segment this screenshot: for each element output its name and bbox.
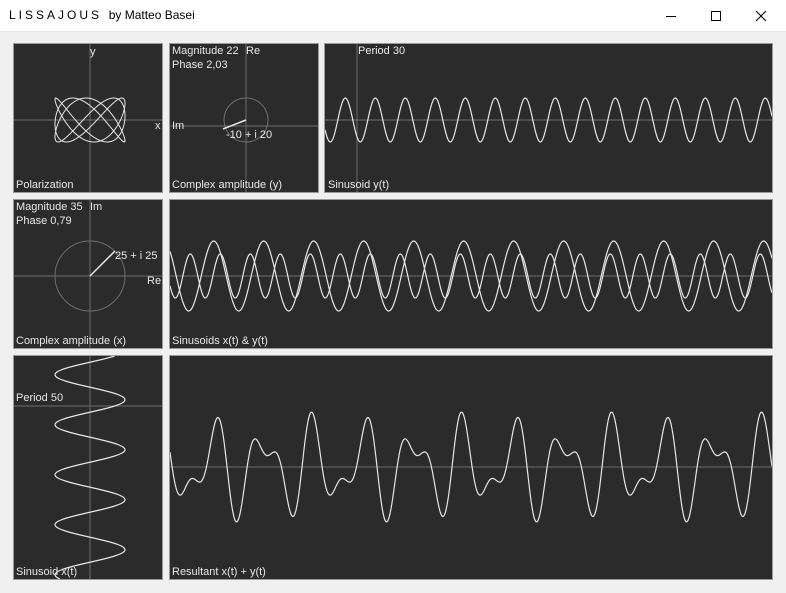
phasor-y bbox=[222, 119, 247, 130]
maximize-icon bbox=[710, 10, 721, 21]
panel-label: Polarization bbox=[16, 179, 74, 191]
panel-label: Resultant x(t) + y(t) bbox=[172, 566, 266, 578]
period-y-text: Period 30 bbox=[358, 45, 406, 57]
panel-label: Complex amplitude (x) bbox=[16, 335, 127, 347]
polarization-plot bbox=[14, 44, 162, 192]
sinusoid-x-panel: Period 50 Sinusoid x(t) bbox=[13, 355, 163, 580]
window-title: LISSAJOUS by Matteo Basei bbox=[9, 8, 195, 22]
panel-label: Complex amplitude (y) bbox=[172, 179, 283, 191]
sinusoids-xy-panel: Sinusoids x(t) & y(t) bbox=[169, 199, 773, 349]
maximize-button[interactable] bbox=[693, 0, 738, 31]
sinusoid-y-panel: Period 30 Sinusoid y(t) bbox=[324, 43, 773, 193]
phasor-x bbox=[89, 250, 116, 277]
minimize-icon bbox=[665, 15, 676, 17]
y-axis-label: y bbox=[90, 46, 96, 58]
phase-y-text: Phase 2,03 bbox=[172, 59, 228, 71]
period-x-text: Period 50 bbox=[16, 392, 64, 404]
re-axis-label: Re bbox=[246, 45, 261, 57]
phase-x-text: Phase 0,79 bbox=[16, 215, 72, 227]
complex-amplitude-y-panel: Magnitude 22 Re Phase 2,03 Im -10 + i 20… bbox=[169, 43, 319, 193]
complex-amplitude-x-panel: Magnitude 35 Im Phase 0,79 25 + i 25 Re … bbox=[13, 199, 163, 349]
complex-y-value: -10 + i 20 bbox=[226, 129, 273, 141]
complex-x-value: 25 + i 25 bbox=[115, 250, 158, 262]
resultant-plot bbox=[170, 411, 772, 523]
re-axis-label: Re bbox=[147, 275, 162, 287]
panel-label: Sinusoid y(t) bbox=[328, 179, 390, 191]
x-axis-label: x bbox=[155, 120, 161, 132]
resultant-panel: Resultant x(t) + y(t) bbox=[169, 355, 773, 580]
app-name: LISSAJOUS bbox=[9, 8, 103, 22]
magnitude-x-text: Magnitude 35 bbox=[16, 201, 83, 213]
app-byline: by Matteo Basei bbox=[108, 8, 195, 22]
close-button[interactable] bbox=[738, 0, 783, 31]
panel-label: Sinusoid x(t) bbox=[16, 566, 78, 578]
minimize-button[interactable] bbox=[648, 0, 693, 31]
close-icon bbox=[755, 10, 766, 21]
panel-label: Sinusoids x(t) & y(t) bbox=[172, 335, 268, 347]
im-axis-label: Im bbox=[90, 201, 103, 213]
polarization-panel: y x Polarization bbox=[13, 43, 163, 193]
magnitude-y-text: Magnitude 22 bbox=[172, 45, 239, 57]
sinusoid-x-plot bbox=[14, 356, 162, 579]
title-bar[interactable]: LISSAJOUS by Matteo Basei bbox=[0, 0, 786, 32]
sinusoid-y-plot bbox=[325, 44, 772, 192]
im-axis-label: Im bbox=[172, 120, 185, 132]
sinusoids-xy-plot bbox=[170, 240, 772, 312]
